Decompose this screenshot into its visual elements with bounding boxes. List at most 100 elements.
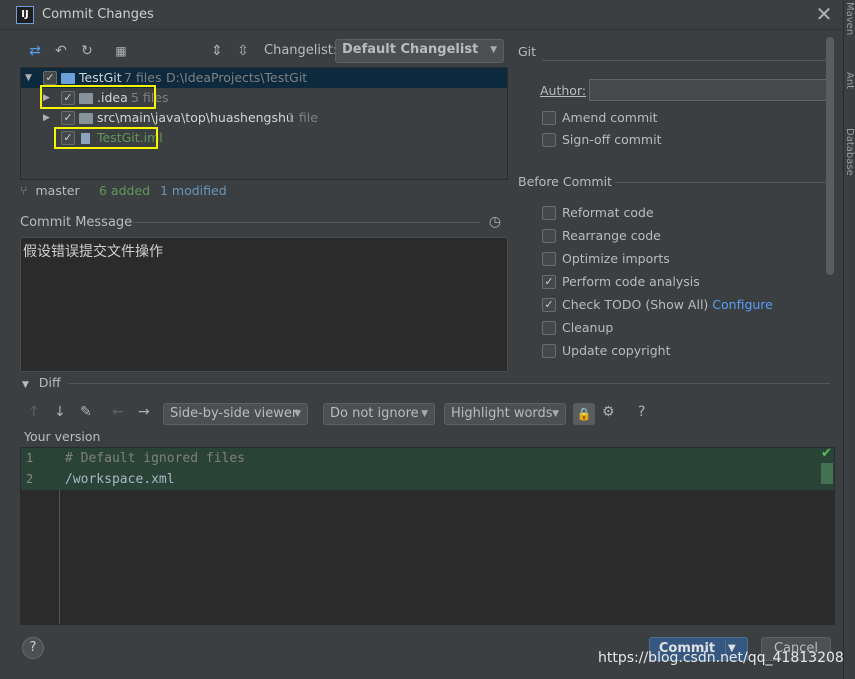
ignore-value: Do not ignore: [330, 406, 419, 421]
option-update-copyright[interactable]: Update copyright: [542, 342, 670, 360]
help-button[interactable]: ?: [22, 637, 44, 659]
divider: [68, 383, 830, 384]
next-change-icon[interactable]: ↓: [54, 404, 66, 420]
highlight-value: Highlight words: [451, 406, 553, 421]
chevron-down-icon: ▼: [552, 409, 559, 419]
checkmark-icon: ✔: [821, 446, 832, 461]
optimize-checkbox[interactable]: [542, 252, 556, 266]
amend-checkbox[interactable]: [542, 111, 556, 125]
group-by-icon[interactable]: ▦: [112, 42, 130, 60]
diff-toggle[interactable]: ▼ Diff: [22, 375, 61, 390]
option-label: Rearrange code: [562, 228, 661, 243]
option-label: Check TODO (Show All): [562, 297, 709, 312]
option-reformat-code[interactable]: Reformat code: [542, 204, 654, 222]
branch-status: ⑂ master: [20, 182, 80, 200]
signoff-label: Sign-off commit: [562, 132, 662, 147]
option-optimize-imports[interactable]: Optimize imports: [542, 250, 670, 268]
author-input[interactable]: [589, 79, 830, 101]
option-label: Perform code analysis: [562, 274, 700, 289]
changelist-label: Changelist:: [264, 43, 338, 58]
tree-row-src[interactable]: ▶ ✓ src\main\java\top\huashengshu 1 file: [21, 108, 507, 128]
rollback-icon[interactable]: ↶: [52, 42, 70, 60]
clock-history-icon[interactable]: ◷: [486, 213, 504, 231]
highlight-box-idea: [40, 85, 156, 109]
option-rearrange-code[interactable]: Rearrange code: [542, 227, 661, 245]
side-tool-ant[interactable]: Ant: [844, 72, 855, 89]
expand-all-icon[interactable]: ⇕: [208, 42, 226, 60]
highlight-box-iml: [54, 127, 158, 149]
show-diff-icon[interactable]: ⇄: [26, 42, 44, 60]
highlight-select[interactable]: Highlight words ▼: [444, 403, 566, 425]
code-line: 1 # Default ignored files: [21, 448, 834, 469]
edit-icon[interactable]: ✎: [80, 404, 92, 420]
signoff-checkbox[interactable]: [542, 133, 556, 147]
divider: [132, 222, 480, 223]
chevron-down-icon: ▼: [421, 409, 428, 419]
app-icon: IJ: [16, 6, 34, 24]
prev-change-icon[interactable]: ↑: [28, 404, 40, 420]
refresh-icon[interactable]: ↻: [78, 42, 96, 60]
divider: [542, 60, 830, 61]
viewer-select[interactable]: Side-by-side viewer ▼: [163, 403, 308, 425]
changelist-select[interactable]: Default Changelist ▼: [335, 39, 504, 63]
settings-gear-icon[interactable]: ⚙: [602, 404, 615, 420]
expand-triangle-icon[interactable]: ▼: [25, 68, 32, 88]
line-text: # Default ignored files: [65, 451, 246, 466]
signoff-commit-option[interactable]: Sign-off commit: [542, 131, 662, 149]
options-scrollbar[interactable]: [826, 37, 834, 275]
option-check-todo[interactable]: ✓ Check TODO (Show All) Configure: [542, 296, 773, 314]
prev-file-icon[interactable]: ←: [112, 404, 124, 420]
git-section-title: Git: [518, 44, 537, 59]
next-file-icon[interactable]: →: [138, 404, 150, 420]
configure-link[interactable]: Configure: [712, 297, 773, 312]
chevron-down-icon: ▼: [294, 409, 301, 419]
lock-icon[interactable]: 🔒: [573, 403, 595, 425]
author-label: Author:: [540, 83, 587, 98]
line-number: 1: [26, 451, 34, 465]
code-analysis-checkbox[interactable]: ✓: [542, 275, 556, 289]
watermark: https://blog.csdn.net/qq_41813208: [598, 650, 844, 666]
cleanup-checkbox[interactable]: [542, 321, 556, 335]
changelist-value: Default Changelist: [342, 42, 479, 57]
side-tool-maven[interactable]: Maven: [844, 2, 855, 35]
code-line: 2 /workspace.xml: [21, 469, 834, 490]
window-title: Commit Changes: [42, 7, 154, 22]
line-number: 2: [26, 472, 34, 486]
changes-tree[interactable]: ▼ ✓ TestGit 7 files D:\IdeaProjects\Test…: [20, 67, 508, 180]
option-label: Optimize imports: [562, 251, 670, 266]
line-text: /workspace.xml: [65, 472, 175, 487]
option-perform-code-analysis[interactable]: ✓ Perform code analysis: [542, 273, 700, 291]
close-icon[interactable]: ✕: [815, 4, 833, 24]
diff-editor[interactable]: 1 # Default ignored files 2 /workspace.x…: [20, 446, 835, 625]
commit-message-input[interactable]: 假设错误提交文件操作: [20, 237, 508, 372]
help-icon[interactable]: ?: [638, 404, 645, 420]
chevron-down-icon: ▼: [22, 380, 29, 390]
copyright-checkbox[interactable]: [542, 344, 556, 358]
project-folder-icon: [61, 73, 75, 84]
divider: [615, 182, 830, 183]
check-todo-checkbox[interactable]: ✓: [542, 298, 556, 312]
amend-commit-option[interactable]: Amend commit: [542, 109, 658, 127]
commit-message-label: Commit Message: [20, 215, 133, 230]
collapsed-triangle-icon[interactable]: ▶: [43, 108, 50, 128]
modified-count[interactable]: 1 modified: [160, 182, 227, 200]
src-checkbox[interactable]: ✓: [61, 111, 75, 125]
change-marker[interactable]: [821, 463, 833, 484]
option-label: Update copyright: [562, 343, 671, 358]
tree-item-count: 1 file: [287, 110, 318, 125]
diff-title: Diff: [38, 375, 61, 390]
side-tool-database[interactable]: Database: [844, 128, 855, 176]
tree-item-name: src\main\java\top\huashengshu: [97, 110, 294, 125]
branch-icon: ⑂: [20, 183, 28, 198]
viewer-value: Side-by-side viewer: [170, 406, 298, 421]
ignore-select[interactable]: Do not ignore ▼: [323, 403, 435, 425]
your-version-label: Your version: [24, 429, 101, 444]
added-count[interactable]: 6 added: [99, 182, 150, 200]
option-label: Reformat code: [562, 205, 654, 220]
option-cleanup[interactable]: Cleanup: [542, 319, 613, 337]
root-checkbox[interactable]: ✓: [43, 71, 57, 85]
reformat-checkbox[interactable]: [542, 206, 556, 220]
collapse-all-icon[interactable]: ⇳: [234, 42, 252, 60]
rearrange-checkbox[interactable]: [542, 229, 556, 243]
folder-icon: [79, 113, 93, 124]
